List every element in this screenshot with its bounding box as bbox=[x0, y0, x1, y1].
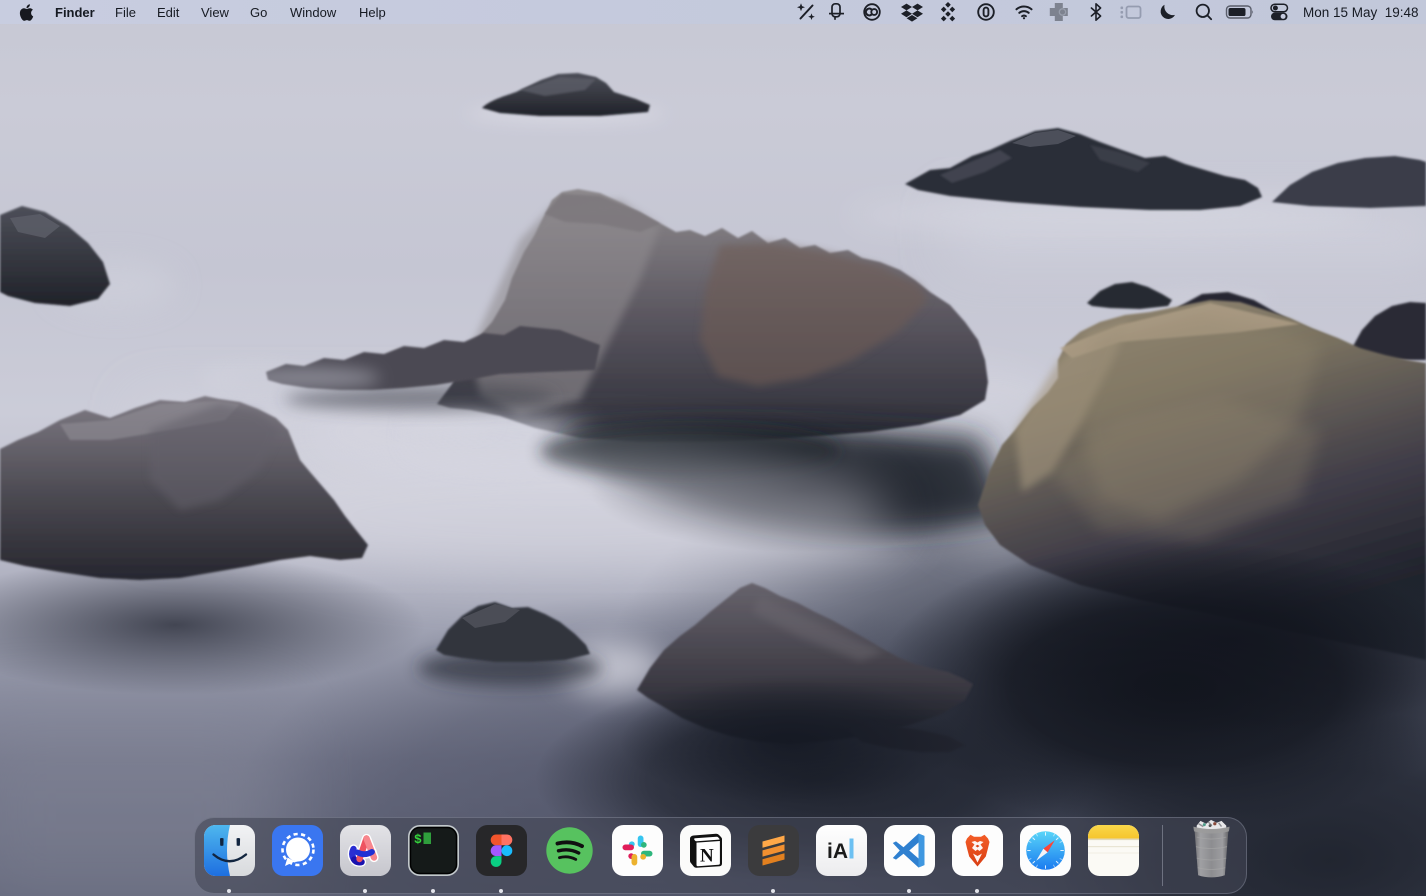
svg-text:N: N bbox=[700, 846, 714, 867]
svg-text:$: $ bbox=[414, 832, 422, 847]
svg-text:iA: iA bbox=[827, 840, 848, 863]
